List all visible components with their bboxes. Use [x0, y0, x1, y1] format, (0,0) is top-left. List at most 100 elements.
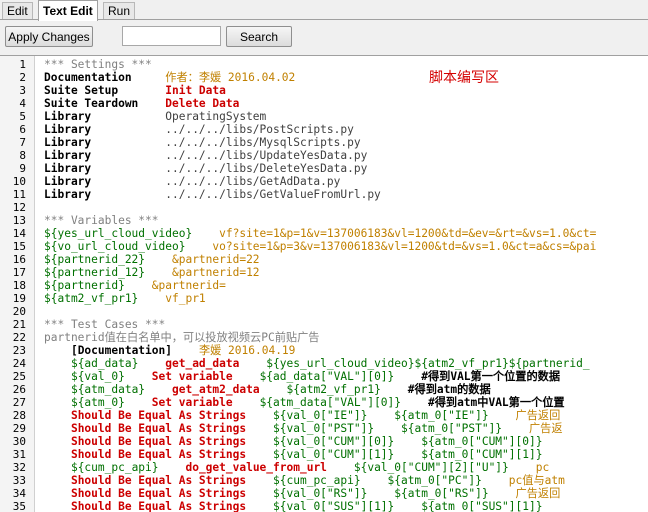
code-line[interactable]: 26 ${atm_data} get_atm2_data ${atm2_vf_p… — [0, 383, 648, 396]
code-token: vo?site=1&p=3&v=137006183&vl=1200&td=&vs… — [212, 240, 597, 253]
code-token: Set variable — [151, 370, 260, 383]
code-token: ${vo_url_cloud_video} — [44, 240, 213, 253]
tab-run[interactable]: Run — [103, 2, 136, 19]
code-token: Should Be Equal As Strings — [70, 500, 274, 512]
text-editor[interactable]: 1 *** Settings *** 2 Documentation 作者：李媛 20… — [0, 55, 648, 512]
code-token: &partnerid= — [151, 279, 226, 292]
code-token: 广告返回 — [515, 487, 561, 500]
code-token: Should Be Equal As Strings — [70, 409, 274, 422]
code-token: Suite Setup — [44, 84, 166, 97]
code-line[interactable]: 23 [Documentation] 李媛 2016.04.19 — [0, 344, 648, 357]
code-token: partnerid值在白名单中，可以投放视频云PC前贴广告 — [44, 331, 320, 344]
code-token: ${ad_data} — [70, 357, 166, 370]
code-line[interactable]: 35 Should Be Equal As Strings ${val_0["S… — [0, 500, 648, 512]
code-token: ${atm_data} — [70, 383, 172, 396]
code-token: pc值与atm — [508, 474, 565, 487]
search-input[interactable] — [122, 26, 221, 46]
line-number: 14 — [12, 227, 26, 240]
code-token: Should Be Equal As Strings — [70, 474, 274, 487]
code-line[interactable]: 22 partnerid值在白名单中，可以投放视频云PC前贴广告 — [0, 331, 648, 344]
search-button[interactable]: Search — [226, 26, 292, 47]
code-line[interactable]: 14 ${yes_url_cloud_video} vf?site=1&p=1&v… — [0, 227, 648, 240]
code-line[interactable]: 12 — [0, 201, 648, 214]
code-line[interactable]: 29 Should Be Equal As Strings ${val_0["P… — [0, 422, 648, 435]
code-line[interactable]: 30 Should Be Equal As Strings ${val_0["C… — [0, 435, 648, 448]
line-number: 10 — [12, 175, 26, 188]
line-number: 18 — [12, 279, 26, 292]
code-token: ${atm2_vf_pr1} — [44, 292, 166, 305]
code-token: ${partnerid_12} — [44, 266, 172, 279]
code-line[interactable]: 9 Library ../../../libs/DeleteYesData.py — [0, 162, 648, 175]
code-text: partnerid值在白名单中，可以投放视频云PC前贴广告 — [44, 331, 319, 344]
code-line[interactable]: 19 ${atm2_vf_pr1} vf_pr1 — [0, 292, 648, 305]
code-token: ${cum_pc_api} ${atm_0["PC"]} — [273, 474, 509, 487]
code-line[interactable]: 13 *** Variables *** — [0, 214, 648, 227]
code-token: get_atm2_data — [172, 383, 287, 396]
code-line[interactable]: 24 ${ad_data} get_ad_data ${yes_url_clou… — [0, 357, 648, 370]
code-token: 广告返 — [528, 422, 563, 435]
code-line[interactable]: 11 Library ../../../libs/GetValueFromUrl.… — [0, 188, 648, 201]
code-token: Suite Teardown — [44, 97, 166, 110]
code-line[interactable]: 16 ${partnerid_22} &partnerid=22 — [0, 253, 648, 266]
code-line[interactable]: 5 Library OperatingSystem — [0, 110, 648, 123]
code-token: ${atm_0} — [70, 396, 152, 409]
code-line[interactable]: 31 Should Be Equal As Strings ${val_0["C… — [0, 448, 648, 461]
line-number: 2 — [19, 71, 26, 84]
code-token: Should Be Equal As Strings — [70, 422, 274, 435]
line-number: 8 — [19, 149, 26, 162]
code-line[interactable]: 3 Suite Setup Init Data — [0, 84, 648, 97]
line-number: 32 — [12, 461, 26, 474]
line-number: 22 — [12, 331, 26, 344]
code-token: &partnerid=22 — [171, 253, 260, 266]
line-number: 27 — [12, 396, 26, 409]
code-line[interactable]: 8 Library ../../../libs/UpdateYesData.py — [0, 149, 648, 162]
code-line[interactable]: 32 ${cum_pc_api} do_get_value_from_url $… — [0, 461, 648, 474]
code-line[interactable]: 10 Library ../../../libs/GetAdData.py — [0, 175, 648, 188]
code-token: *** Variables *** — [44, 214, 159, 227]
code-token: Should Be Equal As Strings — [70, 435, 274, 448]
code-token: ../../../libs/UpdateYesData.py — [165, 149, 368, 162]
line-number: 31 — [12, 448, 26, 461]
code-token: ${val_0["CUM"][2]["U"]} — [353, 461, 536, 474]
code-text: ${yes_url_cloud_video} vf?site=1&p=1&v=1… — [44, 227, 596, 240]
tab-text-edit[interactable]: Text Edit — [38, 0, 98, 21]
code-token: Delete Data — [165, 97, 240, 110]
code-token: *** Test Cases *** — [44, 318, 166, 331]
tab-edit[interactable]: Edit — [2, 2, 33, 19]
line-number: 6 — [19, 123, 26, 136]
line-number: 20 — [12, 305, 26, 318]
code-line[interactable]: 4 Suite Teardown Delete Data — [0, 97, 648, 110]
apply-changes-button[interactable]: Apply Changes — [5, 26, 93, 47]
code-line[interactable]: 1 *** Settings *** — [0, 58, 648, 71]
code-line[interactable]: 17 ${partnerid_12} &partnerid=12 — [0, 266, 648, 279]
code-line[interactable]: 28 Should Be Equal As Strings ${val_0["I… — [0, 409, 648, 422]
code-line[interactable]: 34 Should Be Equal As Strings ${val_0["R… — [0, 487, 648, 500]
code-text: ${atm2_vf_pr1} vf_pr1 — [44, 292, 206, 305]
code-line[interactable]: 20 — [0, 305, 648, 318]
code-line[interactable]: 33 Should Be Equal As Strings ${cum_pc_a… — [0, 474, 648, 487]
code-token: pc — [535, 461, 550, 474]
code-token: ${yes_url_cloud_video}${atm2_vf_pr1}${pa… — [266, 357, 590, 370]
code-line[interactable]: 6 Library ../../../libs/PostScripts.py — [0, 123, 648, 136]
code-line[interactable]: 27 ${atm_0} Set variable ${atm_data["VAL… — [0, 396, 648, 409]
code-text: Library ../../../libs/UpdateYesData.py — [44, 149, 367, 162]
code-token: ${cum_pc_api} — [70, 461, 186, 474]
code-line[interactable]: 15 ${vo_url_cloud_video} vo?site=1&p=3&v=… — [0, 240, 648, 253]
code-token: ../../../libs/MysqlScripts.py — [165, 136, 361, 149]
code-text: ${partnerid_12} &partnerid=12 — [44, 266, 260, 279]
code-line[interactable]: 2 Documentation 作者：李媛 2016.04.02 — [0, 71, 648, 84]
script-area-annotation: 脚本编写区 — [429, 70, 499, 86]
code-line[interactable]: 21 *** Test Cases *** — [0, 318, 648, 331]
code-line[interactable]: 18 ${partnerid} &partnerid= — [0, 279, 648, 292]
code-token: Set variable — [151, 396, 260, 409]
line-number: 29 — [12, 422, 26, 435]
code-line[interactable]: 7 Library ../../../libs/MysqlScripts.py — [0, 136, 648, 149]
code-text: *** Variables *** — [44, 214, 159, 227]
tab-bar: Edit Text Edit Run — [0, 0, 648, 21]
line-number: 11 — [12, 188, 26, 201]
code-line[interactable]: 25 ${val_0} Set variable ${ad_data["VAL"… — [0, 370, 648, 383]
